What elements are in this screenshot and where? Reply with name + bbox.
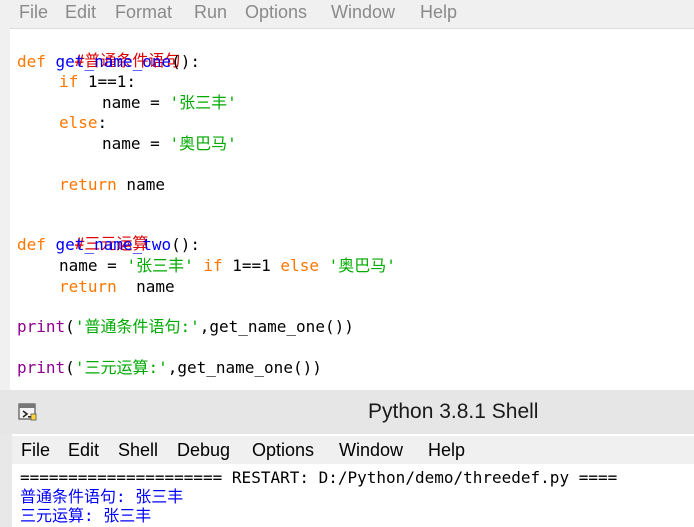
menu-options[interactable]: Options	[252, 440, 314, 461]
output-line: 三元运算: 张三丰	[20, 506, 152, 525]
code-text: (	[65, 358, 75, 377]
string: '张三丰'	[169, 93, 237, 112]
keyword: def	[17, 52, 46, 71]
string: '三元运算:'	[74, 358, 168, 377]
keyword: if	[203, 256, 223, 275]
string: '奥巴马'	[169, 134, 237, 153]
code-text: name =	[59, 256, 127, 275]
code-text: name	[116, 175, 165, 194]
code-line: #普通条件语句	[17, 31, 181, 70]
string: '奥巴马'	[328, 256, 396, 275]
code-text: 1==1	[222, 256, 281, 275]
menu-edit[interactable]: Edit	[68, 440, 99, 461]
code-line: return name	[59, 277, 175, 297]
editor-window: File Edit Format Run Options Window Help…	[0, 0, 694, 390]
shell-menubar: File Edit Shell Debug Options Window Hel…	[12, 436, 694, 464]
menu-debug[interactable]: Debug	[177, 440, 230, 461]
keyword: def	[17, 235, 46, 254]
menu-help[interactable]: Help	[428, 440, 465, 461]
code-text: name =	[102, 93, 170, 112]
python-shell-icon	[18, 402, 38, 422]
function-name: get_name_two	[55, 235, 172, 254]
code-text: name =	[102, 134, 170, 153]
menu-help[interactable]: Help	[420, 2, 457, 23]
shell-left-border	[0, 434, 12, 527]
code-line: def get_name_one():	[17, 52, 200, 72]
shell-titlebar[interactable]: Python 3.8.1 Shell	[0, 390, 694, 434]
code-text: ():	[171, 235, 201, 254]
code-text: name	[116, 277, 175, 296]
function-name: get_name_one	[55, 52, 172, 71]
code-line: def get_name_two():	[17, 235, 200, 255]
keyword: else	[59, 113, 98, 132]
code-line: name = '张三丰'	[102, 93, 237, 113]
code-line: name = '奥巴马'	[102, 134, 237, 154]
code-line: print('普通条件语句:',get_name_one())	[17, 317, 354, 337]
editor-menubar: File Edit Format Run Options Window Help	[0, 0, 694, 29]
code-text: ,get_name_one())	[199, 317, 354, 336]
code-line: print('三元运算:',get_name_one())	[17, 358, 322, 378]
menu-edit[interactable]: Edit	[65, 2, 96, 23]
builtin: print	[17, 317, 66, 336]
code-line: name = '张三丰' if 1==1 else '奥巴马'	[59, 256, 396, 276]
window-title: Python 3.8.1 Shell	[368, 400, 539, 423]
code-line: #三元运算	[17, 214, 149, 253]
menu-window[interactable]: Window	[331, 2, 395, 23]
code-line: return name	[59, 175, 165, 195]
code-text: ():	[171, 52, 201, 71]
output-line: 普通条件语句: 张三丰	[20, 487, 184, 506]
menu-file[interactable]: File	[21, 440, 50, 461]
restart-line: ===================== RESTART: D:/Python…	[20, 468, 618, 487]
code-text: ,get_name_one())	[167, 358, 322, 377]
code-line: if 1==1:	[59, 72, 136, 92]
shell-window: Python 3.8.1 Shell File Edit Shell Debug…	[0, 390, 694, 527]
keyword: return	[59, 175, 117, 194]
menu-format[interactable]: Format	[115, 2, 172, 23]
keyword: if	[59, 72, 79, 91]
menu-options[interactable]: Options	[245, 2, 307, 23]
builtin: print	[17, 358, 66, 377]
string: '普通条件语句:'	[74, 317, 200, 336]
keyword: else	[280, 256, 319, 275]
menu-shell[interactable]: Shell	[118, 440, 158, 461]
menu-window[interactable]: Window	[339, 440, 403, 461]
menu-file[interactable]: File	[19, 2, 48, 23]
code-line: else:	[59, 113, 107, 133]
code-text: :	[97, 113, 108, 132]
string: '张三丰'	[126, 256, 194, 275]
code-text: (	[65, 317, 75, 336]
keyword: return	[59, 277, 117, 296]
code-text: 1==1:	[78, 72, 137, 91]
menu-run[interactable]: Run	[194, 2, 227, 23]
editor-left-border	[0, 0, 10, 390]
